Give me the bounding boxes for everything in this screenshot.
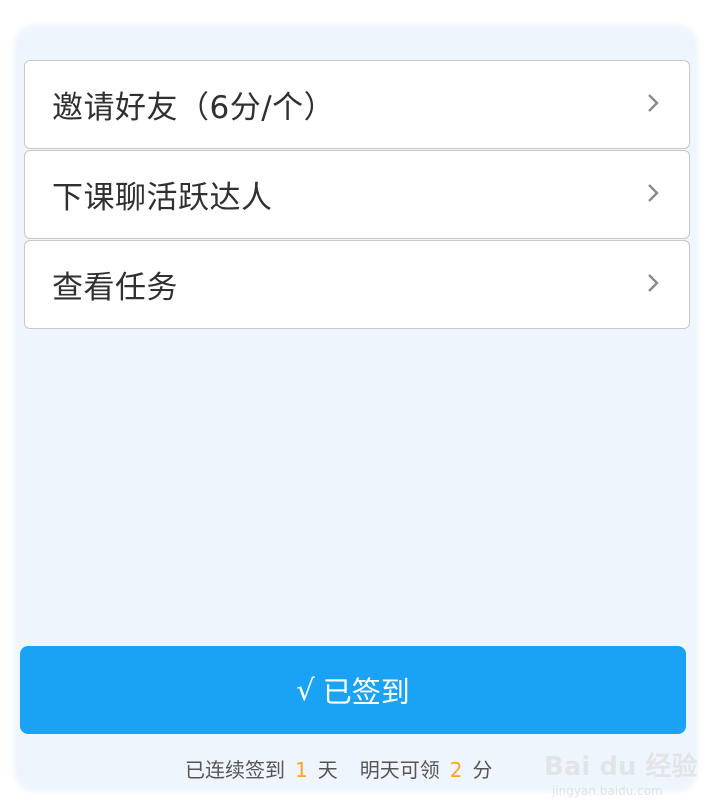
streak-days-unit: 天 bbox=[317, 758, 338, 782]
baidu-jingyan-watermark: Bai du 经验 jingyan.baidu.com bbox=[544, 740, 698, 800]
streak-days: 1 bbox=[295, 758, 308, 782]
menu-item-label: 下课聊活跃达人 bbox=[52, 180, 273, 216]
tomorrow-label: 明天可领 bbox=[359, 758, 440, 782]
signed-in-button[interactable]: √ 已签到 bbox=[20, 646, 686, 734]
tomorrow-points: 2 bbox=[449, 758, 463, 782]
watermark-url: jingyan.baidu.com bbox=[552, 784, 663, 798]
streak-prefix: 已连续签到 bbox=[185, 758, 285, 782]
chevron-right-icon bbox=[648, 93, 659, 112]
watermark-logo: Bai du 经验 bbox=[544, 752, 698, 782]
signed-in-label: 已签到 bbox=[322, 675, 410, 709]
check-icon: √ bbox=[296, 673, 315, 707]
menu-item-active-chatters[interactable]: 下课聊活跃达人 bbox=[24, 150, 690, 239]
menu-item-view-tasks[interactable]: 查看任务 bbox=[24, 240, 690, 329]
menu-item-label: 查看任务 bbox=[52, 270, 178, 306]
streak-info: 已连续签到 1 天明天可领 2 分 bbox=[185, 754, 492, 783]
chevron-right-icon bbox=[648, 183, 659, 202]
menu-list: 邀请好友（6分/个） 下课聊活跃达人 查看任务 bbox=[24, 60, 690, 329]
menu-item-invite-friends[interactable]: 邀请好友（6分/个） bbox=[24, 60, 690, 149]
chevron-right-icon bbox=[648, 273, 659, 292]
menu-item-label: 邀请好友（6分/个） bbox=[52, 90, 336, 126]
points-unit: 分 bbox=[472, 758, 493, 782]
